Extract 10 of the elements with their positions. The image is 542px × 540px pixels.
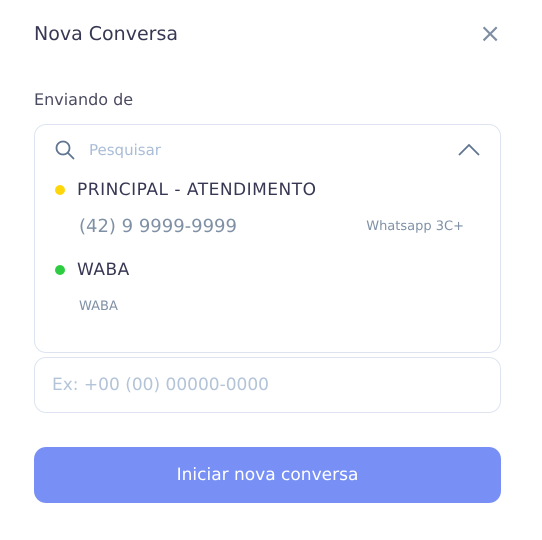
field-label: Enviando de [34, 90, 134, 109]
sender-number: (42) 9 9999-9999 [79, 216, 237, 236]
phone-field[interactable]: Ex: +00 (00) 00000-0000 [34, 357, 501, 413]
sender-name[interactable]: PRINCIPAL - ATENDIMENTO [77, 180, 317, 200]
sender-name[interactable]: WABA [77, 260, 130, 280]
search-icon [55, 140, 75, 160]
sender-number: WABA [79, 298, 118, 314]
chevron-up-icon[interactable] [458, 144, 480, 156]
dialog-title: Nova Conversa [34, 23, 178, 45]
channel-label: Whatsapp 3C+ [366, 218, 464, 234]
